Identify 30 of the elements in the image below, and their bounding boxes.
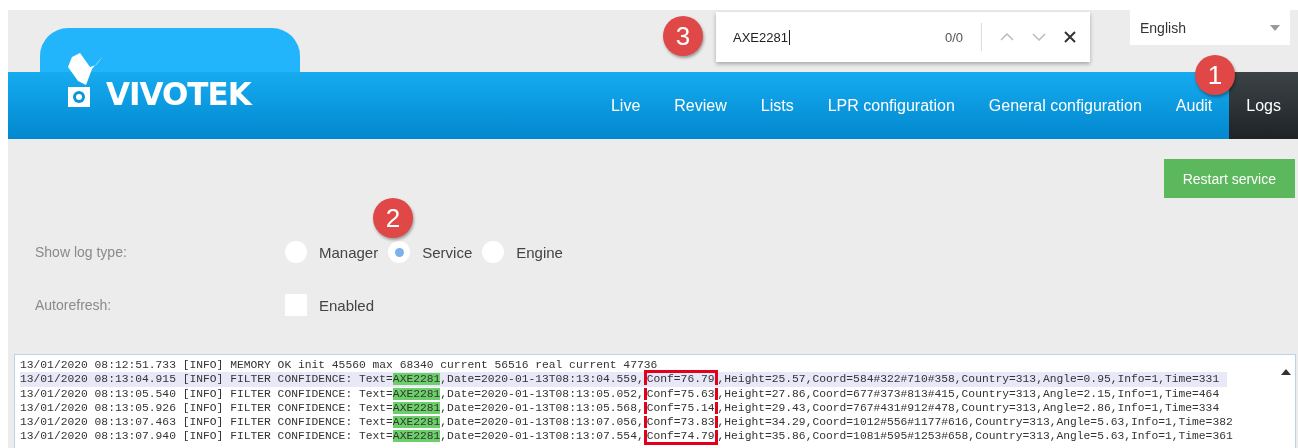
nav-link[interactable]: Logs	[1229, 72, 1298, 139]
dropdown-caret-icon	[1270, 24, 1280, 31]
previous-match-button[interactable]	[1000, 33, 1014, 41]
log-line: 13/01/2020 08:13:05.540 [INFO] FILTER CONFIDENCE: Text=AXE2281,Date=2020-01-13T08:13:05.052, Conf=75.63 ,Height=27.86,Coord=677#373#813#415,Country=313,Angle=2.15,Info=1,Time=464	[20, 386, 1221, 401]
log-line: 13/01/2020 08:12:51.733 [INFO] MEMORY OK init 45560 max 68340 current 56516 real current 47736	[20, 358, 659, 373]
radio-button[interactable]	[388, 241, 411, 263]
find-input[interactable]: AXE2281	[733, 29, 790, 45]
radio-label: Manager	[319, 243, 379, 261]
log-line: 13/01/2020 08:13:07.940 [INFO] FILTER CONFIDENCE: Text=AXE2281,Date=2020-01-13T08:13:07.554, Conf=74.79 ,Height=35.86,Coord=1081#595#1253#658,Country=313,Angle=5.63,Info=1,Time=361	[20, 429, 1241, 444]
restart-service-button[interactable]: Restart service	[1163, 159, 1295, 198]
scroll-up-icon[interactable]	[1281, 369, 1291, 375]
close-button[interactable]	[1064, 31, 1076, 43]
form-label: Autorefresh:	[35, 297, 113, 313]
language-select[interactable]: English	[1130, 10, 1290, 45]
match-count: 0/0	[944, 23, 982, 51]
nav-link[interactable]: General configuration	[988, 96, 1142, 115]
form-label: Show log type:	[35, 244, 128, 260]
next-match-button[interactable]	[1032, 33, 1046, 41]
log-line: 13/01/2020 08:13:07.463 [INFO] FILTER CONFIDENCE: Text=AXE2281,Date=2020-01-13T08:13:07.056, Conf=73.83 ,Height=34.29,Coord=1012#556#1177#616,Country=313,Angle=5.63,Info=1,Time=382	[20, 415, 1234, 430]
checkbox-label: Enabled	[319, 296, 375, 314]
radio-label: Service	[422, 243, 473, 261]
nav-link[interactable]: Review	[674, 96, 727, 115]
nav-link[interactable]: Live	[610, 96, 641, 115]
log-line: 13/01/2020 08:13:05.926 [INFO] FILTER CONFIDENCE: Text=AXE2281,Date=2020-01-13T08:13:05.568, Conf=75.14 ,Height=29.43,Coord=767#431#912#478,Country=313,Angle=2.86,Info=1,Time=334	[20, 400, 1221, 416]
radio-label: Engine	[516, 243, 563, 261]
nav-link[interactable]: Audit	[1175, 96, 1213, 115]
logo-camera-icon	[66, 53, 102, 109]
logo-text: VIVOTEK	[106, 77, 251, 110]
nav-link[interactable]: LPR configuration	[827, 96, 955, 115]
nav-link[interactable]: Lists	[760, 96, 794, 115]
